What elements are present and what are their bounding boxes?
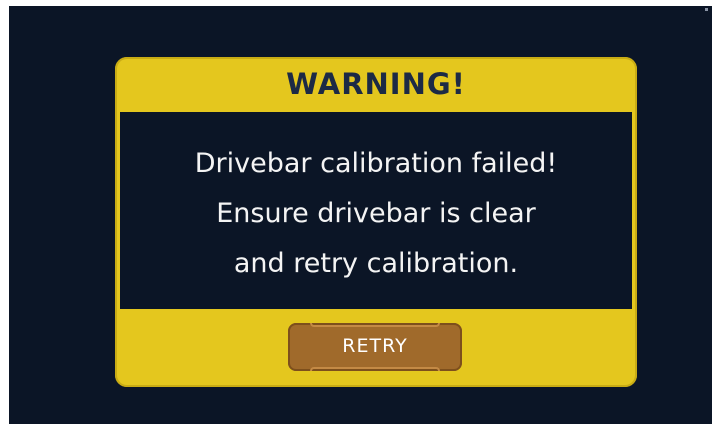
- device-screen: WARNING! Drivebar calibration failed! En…: [9, 6, 712, 424]
- warning-dialog: WARNING! Drivebar calibration failed! En…: [115, 57, 637, 387]
- message-line-3: and retry calibration.: [233, 248, 519, 279]
- corner-indicator: [705, 8, 708, 11]
- retry-button[interactable]: RETRY: [288, 323, 462, 371]
- button-notch-top: [310, 323, 440, 327]
- retry-button-label: RETRY: [342, 335, 408, 357]
- message-panel: Drivebar calibration failed! Ensure driv…: [120, 112, 632, 309]
- dialog-title: WARNING!: [286, 67, 466, 101]
- message-line-2: Ensure drivebar is clear: [216, 198, 536, 229]
- message-line-1: Drivebar calibration failed!: [194, 148, 558, 179]
- button-notch-bottom: [310, 367, 440, 371]
